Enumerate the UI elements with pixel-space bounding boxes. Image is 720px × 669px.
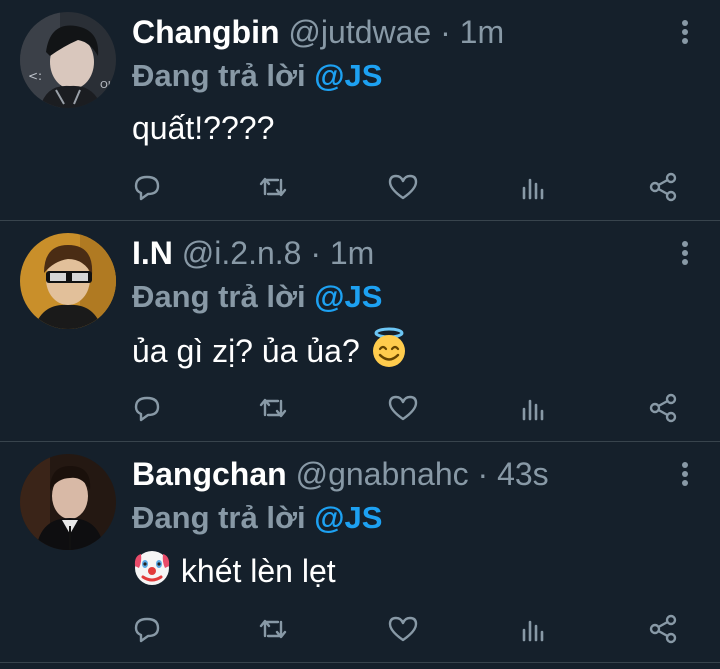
reply-icon[interactable]: [130, 391, 164, 425]
retweet-icon[interactable]: [256, 391, 290, 425]
display-name[interactable]: Bangchan: [132, 456, 287, 492]
tweet-text-content: khét lèn lẹt: [180, 552, 336, 589]
retweet-icon[interactable]: [256, 612, 290, 646]
smiling-face-with-halo-icon: [369, 327, 409, 380]
username[interactable]: @gnabnahc: [296, 456, 469, 492]
more-options-icon[interactable]: [680, 20, 690, 46]
analytics-icon[interactable]: [516, 170, 550, 204]
separator: ·: [468, 456, 498, 492]
share-icon[interactable]: [646, 170, 680, 204]
username[interactable]: @jutdwae: [288, 14, 431, 50]
reply-icon[interactable]: [130, 612, 164, 646]
more-options-icon[interactable]: [680, 241, 690, 267]
like-icon[interactable]: [386, 612, 420, 646]
timestamp[interactable]: 1m: [330, 235, 374, 271]
more-options-icon[interactable]: [680, 462, 690, 488]
avatar[interactable]: [20, 233, 116, 329]
analytics-icon[interactable]: [516, 391, 550, 425]
reply-icon[interactable]: [130, 170, 164, 204]
tweet-actions: [130, 391, 690, 425]
display-name[interactable]: I.N: [132, 235, 173, 271]
tweet[interactable]: <: OU Changbin @jutdwae · 1m Đang trả lờ…: [0, 0, 720, 221]
timestamp[interactable]: 1m: [460, 14, 504, 50]
tweet-actions: [130, 612, 690, 646]
mention-link[interactable]: @JS: [314, 58, 382, 93]
replying-to-label: Đang trả lời: [132, 500, 315, 535]
tweet-text: quất!????: [132, 110, 275, 146]
replying-to: Đang trả lời @JS: [132, 56, 382, 96]
tweet-header: Changbin @jutdwae · 1m: [132, 12, 660, 52]
tweet-text: khét lèn lẹt: [132, 548, 336, 599]
mention-link[interactable]: @JS: [314, 500, 382, 535]
tweet[interactable]: I.N @i.2.n.8 · 1m Đang trả lời @JS ủa gì…: [0, 221, 720, 442]
analytics-icon[interactable]: [516, 612, 550, 646]
username[interactable]: @i.2.n.8: [182, 235, 302, 271]
like-icon[interactable]: [386, 391, 420, 425]
separator: ·: [301, 235, 330, 271]
avatar[interactable]: <: OU: [20, 12, 116, 108]
replying-to: Đang trả lời @JS: [132, 498, 382, 538]
mention-link[interactable]: @JS: [314, 279, 382, 314]
share-icon[interactable]: [646, 612, 680, 646]
clown-face-icon: [132, 548, 172, 599]
retweet-icon[interactable]: [256, 170, 290, 204]
share-icon[interactable]: [646, 391, 680, 425]
tweet-header: I.N @i.2.n.8 · 1m: [132, 233, 660, 273]
display-name[interactable]: Changbin: [132, 14, 280, 50]
replying-to-label: Đang trả lời: [132, 58, 315, 93]
replying-to: Đang trả lời @JS: [132, 277, 382, 317]
replying-to-label: Đang trả lời: [132, 279, 315, 314]
separator: ·: [431, 14, 460, 50]
tweet-actions: [130, 170, 690, 204]
tweet-header: Bangchan @gnabnahc · 43s: [132, 454, 660, 494]
avatar[interactable]: [20, 454, 116, 550]
timestamp[interactable]: 43s: [497, 456, 549, 492]
svg-text:<:: <:: [28, 69, 42, 83]
tweet-text-content: ủa gì zị? ủa ủa?: [132, 332, 360, 369]
tweet-text: ủa gì zị? ủa ủa?: [132, 327, 409, 380]
svg-text:OU: OU: [100, 80, 115, 91]
like-icon[interactable]: [386, 170, 420, 204]
tweet[interactable]: Bangchan @gnabnahc · 43s Đang trả lời @J…: [0, 442, 720, 663]
